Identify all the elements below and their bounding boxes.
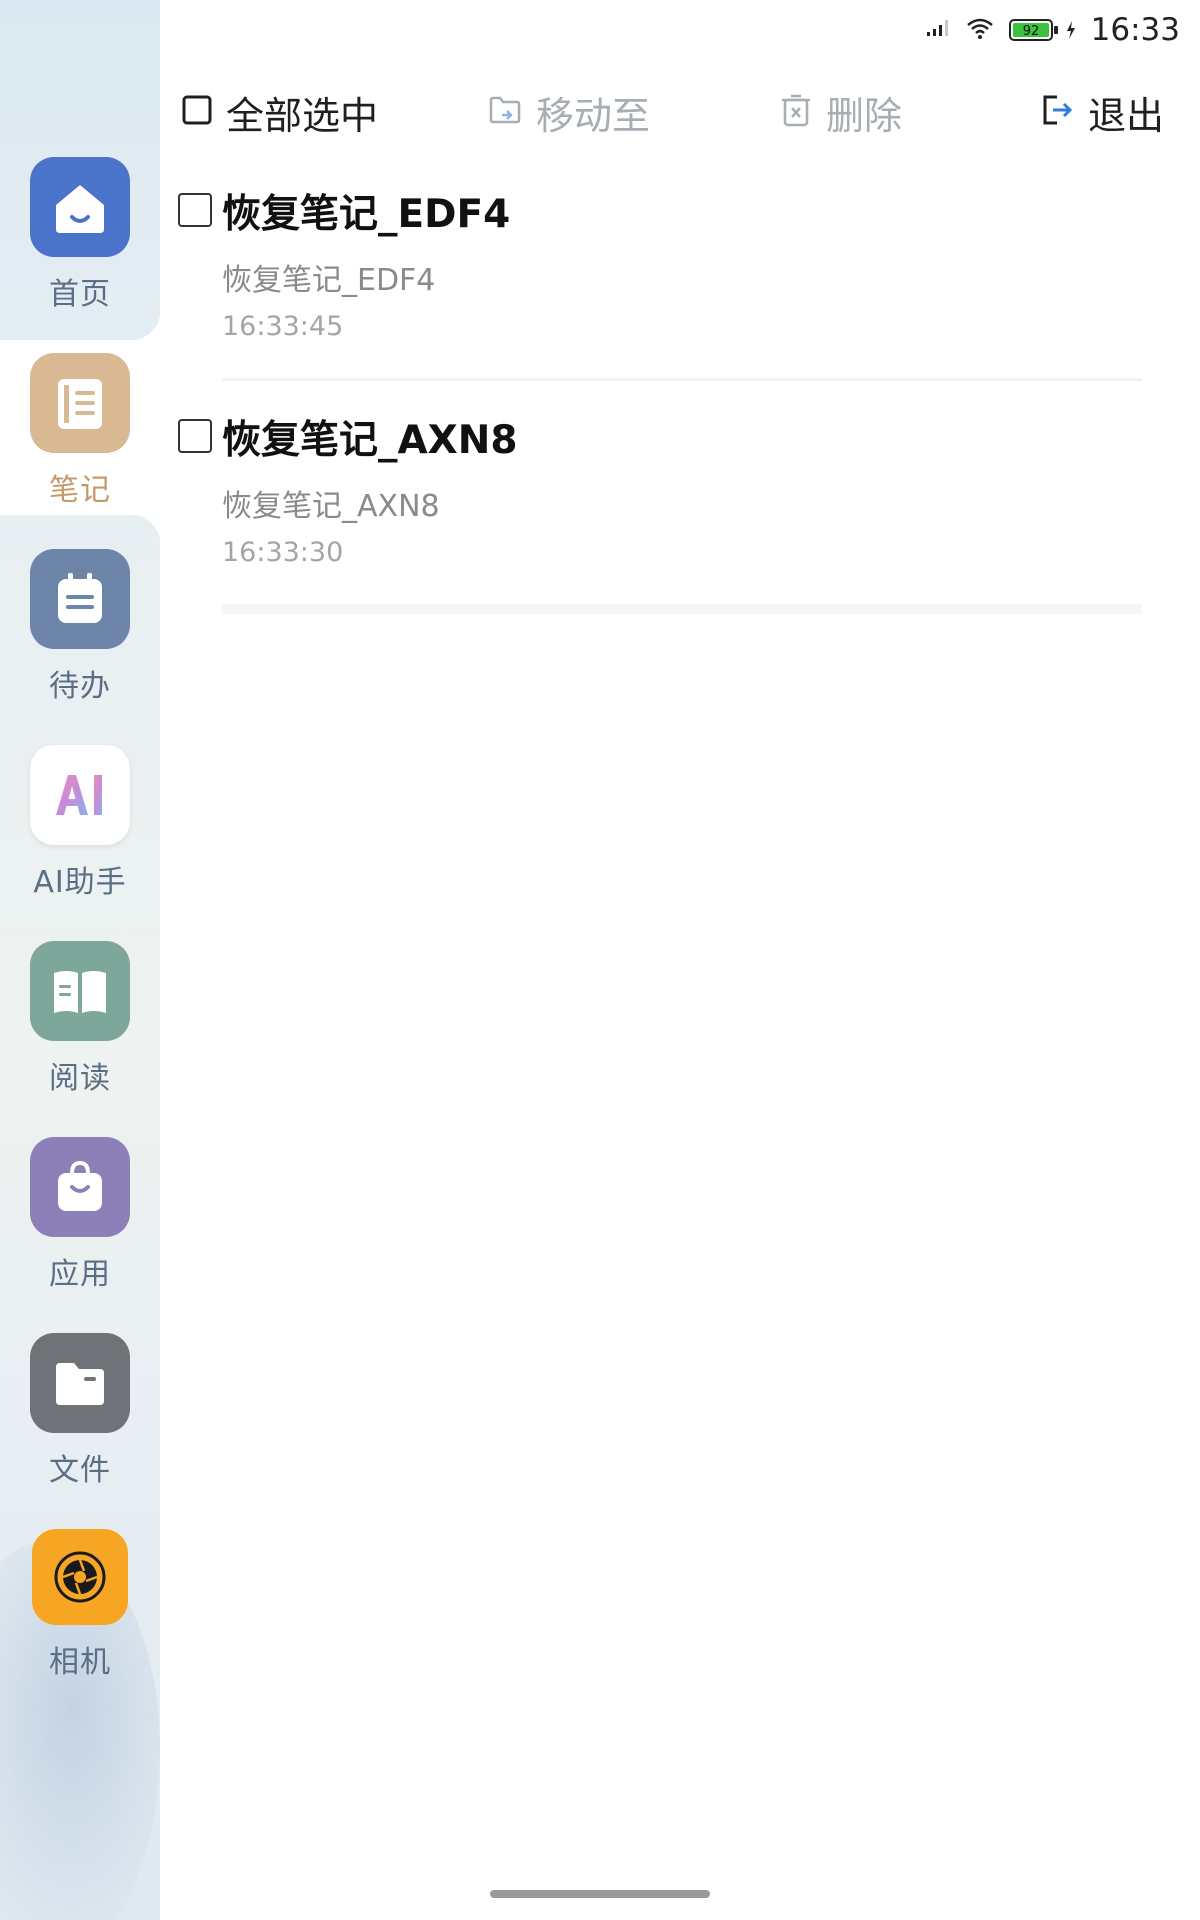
sidebar-item-label: 笔记	[49, 473, 111, 508]
delete-button[interactable]: 删除	[780, 80, 902, 144]
battery-level: 92	[1022, 24, 1039, 39]
sidebar-item-camera[interactable]: 相机	[0, 1529, 160, 1704]
folder-icon	[30, 1333, 130, 1433]
exit-icon	[1040, 93, 1074, 131]
sidebar-item-ai-assistant[interactable]: AI助手	[0, 745, 160, 920]
checkbox-icon	[182, 95, 212, 129]
ai-assistant-icon	[30, 745, 130, 845]
sidebar-item-label: 应用	[49, 1257, 111, 1292]
note-checkbox[interactable]	[178, 419, 212, 453]
note-title: 恢复笔记_AXN8	[222, 418, 518, 463]
sidebar-item-label: 文件	[49, 1453, 111, 1488]
shopping-bag-icon	[30, 1137, 130, 1237]
select-all-label: 全部选中	[226, 93, 379, 138]
sidebar-item-todo[interactable]: 待办	[0, 549, 160, 724]
sidebar-item-apps[interactable]: 应用	[0, 1137, 160, 1312]
sidebar-item-files[interactable]: 文件	[0, 1333, 160, 1508]
sidebar-item-label: 相机	[49, 1645, 111, 1680]
note-checkbox[interactable]	[178, 193, 212, 227]
note-title: 恢复笔记_EDF4	[222, 192, 511, 237]
delete-label: 删除	[826, 93, 903, 138]
note-preview: 恢复笔记_EDF4	[222, 263, 436, 298]
select-all-button[interactable]: 全部选中	[182, 80, 378, 144]
calendar-todo-icon	[30, 549, 130, 649]
status-time: 16:33	[1090, 12, 1180, 48]
move-to-button[interactable]: 移动至	[488, 80, 650, 144]
book-icon	[30, 941, 130, 1041]
divider	[222, 604, 1142, 614]
sidebar-item-label: 待办	[49, 669, 111, 704]
sidebar-item-label: 首页	[49, 277, 111, 312]
battery-icon: 92	[1008, 17, 1077, 43]
exit-button[interactable]: 退出	[1040, 80, 1164, 144]
wifi-icon	[965, 16, 995, 44]
signal-icon	[925, 18, 951, 42]
sidebar-item-reading[interactable]: 阅读	[0, 941, 160, 1116]
sidebar: 首页 笔记 待办 AI助手 阅读 应用 文件 相机	[0, 0, 160, 1920]
selection-toolbar: 全部选中 移动至 删除 退出	[178, 80, 1178, 144]
sidebar-item-notes[interactable]: 笔记	[0, 353, 160, 528]
camera-aperture-icon	[32, 1529, 128, 1625]
exit-label: 退出	[1088, 93, 1165, 138]
folder-move-icon	[488, 95, 522, 129]
sidebar-item-label: AI助手	[33, 865, 127, 900]
home-indicator[interactable]	[490, 1890, 710, 1898]
sidebar-item-label: 阅读	[49, 1061, 111, 1096]
divider	[222, 378, 1142, 381]
notes-app-page: 首页 笔记 待办 AI助手 阅读 应用 文件 相机 92 16:33 全部选中 …	[0, 0, 1200, 1920]
trash-icon	[780, 92, 812, 132]
note-time: 16:33:30	[222, 537, 344, 568]
charging-icon	[1066, 21, 1075, 39]
status-bar: 92 16:33	[925, 8, 1180, 52]
note-preview: 恢复笔记_AXN8	[222, 489, 440, 524]
home-icon	[30, 157, 130, 257]
notebook-icon	[30, 353, 130, 453]
move-to-label: 移动至	[536, 93, 651, 138]
note-time: 16:33:45	[222, 311, 344, 342]
sidebar-item-home[interactable]: 首页	[0, 157, 160, 332]
